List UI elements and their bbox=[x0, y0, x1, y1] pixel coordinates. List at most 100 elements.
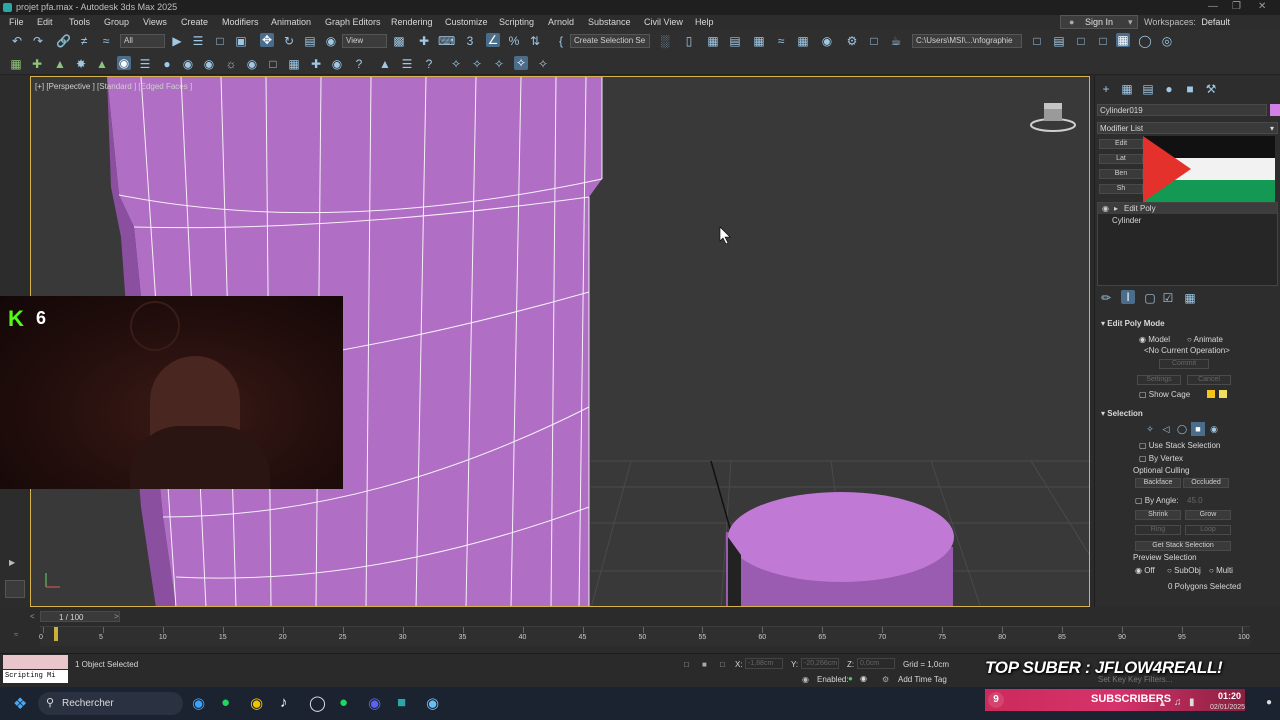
viewport-layout-button[interactable] bbox=[5, 580, 25, 598]
windows-start-icon[interactable]: ❖ bbox=[13, 694, 27, 714]
loop-button[interactable]: Loop bbox=[1185, 525, 1231, 535]
project-path-dropdown[interactable]: C:\Users\MSI\...\nfographie bbox=[912, 34, 1022, 48]
3dsmax-icon[interactable]: ■ bbox=[397, 694, 406, 711]
chrome-icon[interactable]: ◉ bbox=[250, 694, 263, 712]
network-icon[interactable]: ▲ bbox=[1158, 698, 1167, 708]
add-time-tag[interactable]: Add Time Tag bbox=[898, 675, 947, 684]
create-tab-icon[interactable]: + bbox=[1099, 82, 1113, 96]
show-end-result-icon[interactable]: I bbox=[1121, 290, 1135, 304]
rotate-icon[interactable]: ↻ bbox=[282, 34, 296, 48]
ring-button[interactable]: Ring bbox=[1135, 525, 1181, 535]
object-name-field[interactable]: Cylinder019 bbox=[1097, 104, 1267, 116]
time-slider[interactable]: 1 / 100 bbox=[40, 611, 120, 622]
lock-icon[interactable]: ■ bbox=[702, 660, 707, 669]
menu-customize[interactable]: Customize bbox=[445, 17, 488, 27]
expand-arrow-icon[interactable]: ▶ bbox=[9, 558, 15, 567]
preview-multi-radio[interactable]: ○ Multi bbox=[1209, 566, 1233, 575]
taskbar-search[interactable]: ⚲ Rechercher bbox=[38, 692, 183, 715]
face-snap-icon[interactable]: ✧ bbox=[492, 57, 506, 71]
stack-item-cylinder[interactable]: Cylinder bbox=[1098, 215, 1277, 226]
pivot-icon[interactable]: ▩ bbox=[392, 34, 406, 48]
render-setup-icon[interactable]: ⚙ bbox=[845, 34, 859, 48]
prev-frame-icon[interactable]: < bbox=[30, 612, 35, 621]
menu-scripting[interactable]: Scripting bbox=[499, 17, 534, 27]
workspaces-selector[interactable]: Workspaces: Default bbox=[1144, 17, 1230, 27]
quick-bend-button[interactable]: Ben bbox=[1099, 169, 1143, 179]
cage-color-swatch[interactable] bbox=[1207, 390, 1215, 398]
schematic-view-icon[interactable]: ▦ bbox=[796, 34, 810, 48]
remove-modifier-icon[interactable]: ☑ bbox=[1161, 291, 1175, 305]
edit-named-selection-icon[interactable]: { bbox=[554, 34, 568, 48]
manipulate-icon[interactable]: ✚ bbox=[417, 34, 431, 48]
enabled-toggle-icon[interactable]: ◉ bbox=[860, 674, 867, 683]
get-stack-selection-button[interactable]: Get Stack Selection bbox=[1135, 541, 1231, 551]
menu-substance[interactable]: Substance bbox=[588, 17, 631, 27]
use-stack-selection-checkbox[interactable]: ▢ Use Stack Selection bbox=[1139, 441, 1220, 450]
frame-icon[interactable]: □ bbox=[266, 57, 280, 71]
cone-icon[interactable]: ▲ bbox=[95, 57, 109, 71]
by-angle-value[interactable]: 45.0 bbox=[1187, 496, 1203, 505]
scene-explorer-icon[interactable]: ▦ bbox=[706, 34, 720, 48]
edge-browser-icon[interactable]: ◉ bbox=[192, 694, 205, 712]
eye-icon[interactable]: ◉ bbox=[1102, 204, 1109, 213]
modifier-list-dropdown[interactable]: Modifier List ▾ bbox=[1097, 122, 1278, 134]
undo-icon[interactable]: ↶ bbox=[10, 34, 24, 48]
curve-editor-icon[interactable]: ≈ bbox=[774, 34, 788, 48]
open-folder-icon[interactable]: ▤ bbox=[1052, 34, 1066, 48]
quick-shell-button[interactable]: Sh bbox=[1099, 184, 1143, 194]
y-coordinate-field[interactable]: -20,266cm bbox=[801, 658, 839, 669]
bulb-icon[interactable]: ◉ bbox=[245, 57, 259, 71]
eye-icon[interactable]: ◉ bbox=[330, 57, 344, 71]
snaps-toggle-icon[interactable]: 3 bbox=[463, 34, 477, 48]
rect-selection-icon[interactable]: □ bbox=[213, 34, 227, 48]
by-angle-checkbox[interactable]: ▢ By Angle: bbox=[1135, 496, 1179, 505]
cross-icon[interactable]: ✚ bbox=[309, 57, 323, 71]
battery-icon[interactable]: ▮ bbox=[1189, 697, 1195, 708]
settings-button[interactable]: Settings bbox=[1137, 375, 1181, 385]
isolate-icon[interactable]: □ bbox=[684, 660, 689, 669]
by-vertex-checkbox[interactable]: ▢ By Vertex bbox=[1139, 454, 1183, 463]
align-icon[interactable]: ▯ bbox=[682, 34, 696, 48]
sign-in-button[interactable]: ● Sign In ▾ bbox=[1060, 15, 1138, 29]
named-selection-dropdown[interactable]: Create Selection Se bbox=[570, 34, 650, 48]
volume-icon[interactable]: ♫ bbox=[1174, 697, 1182, 708]
stack-item-edit-poly[interactable]: ◉ ▸ Edit Poly bbox=[1098, 203, 1277, 214]
teapot-icon[interactable]: ◉ bbox=[181, 57, 195, 71]
keyboard-shortcut-icon[interactable]: ⌨ bbox=[438, 34, 455, 48]
spotify-icon-2[interactable]: ● bbox=[339, 694, 348, 711]
minimize-icon[interactable]: — bbox=[1208, 1, 1218, 12]
restore-icon[interactable]: ❐ bbox=[1232, 1, 1241, 12]
sun-icon[interactable]: ☼ bbox=[224, 57, 238, 71]
current-frame-marker[interactable] bbox=[54, 627, 58, 641]
viewport-label[interactable]: [+] [Perspective ] [Standard ] [Edged Fa… bbox=[35, 82, 192, 91]
pin-icon[interactable]: ▲ bbox=[53, 57, 67, 71]
window-crossing-icon[interactable]: ▣ bbox=[234, 34, 248, 48]
render-icon[interactable]: □ bbox=[1074, 34, 1088, 48]
viewport-icon[interactable]: □ bbox=[1096, 34, 1110, 48]
mirror-icon[interactable]: ░ bbox=[658, 34, 672, 48]
layers-icon[interactable]: ☰ bbox=[400, 57, 414, 71]
obs-icon[interactable]: ◯ bbox=[309, 694, 326, 712]
ref-coord-dropdown[interactable]: View bbox=[342, 34, 387, 48]
project-folder-icon[interactable]: □ bbox=[1030, 34, 1044, 48]
angle-snap-icon[interactable]: ∠ bbox=[486, 33, 500, 47]
rollout-selection[interactable]: ▾ Selection bbox=[1101, 409, 1143, 418]
menu-civil-view[interactable]: Civil View bbox=[644, 17, 683, 27]
maxscript-listener[interactable]: Scripting Mi bbox=[3, 670, 68, 683]
render-frame-icon[interactable]: □ bbox=[867, 34, 881, 48]
scale-icon[interactable]: ▤ bbox=[303, 34, 317, 48]
grow-button[interactable]: Grow bbox=[1185, 510, 1231, 520]
border-mode-icon[interactable]: ◯ bbox=[1175, 422, 1189, 436]
steam-icon[interactable]: ◉ bbox=[426, 694, 439, 712]
curve-toggle-icon[interactable]: ≈ bbox=[14, 630, 18, 639]
backface-button[interactable]: Backface bbox=[1135, 478, 1181, 488]
tree-icon[interactable]: ▲ bbox=[378, 57, 392, 71]
render-icon[interactable]: ☕ bbox=[889, 34, 903, 48]
discord-icon[interactable]: ◉ bbox=[368, 694, 381, 712]
move-icon[interactable]: ✥ bbox=[260, 33, 274, 47]
expand-icon[interactable]: ▸ bbox=[1114, 204, 1118, 213]
notification-icon[interactable]: ● bbox=[1266, 697, 1272, 708]
time-tag-icon[interactable]: ◉ bbox=[802, 675, 809, 684]
arnold-icon[interactable]: ◎ bbox=[1160, 34, 1174, 48]
close-icon[interactable]: ✕ bbox=[1258, 1, 1266, 12]
